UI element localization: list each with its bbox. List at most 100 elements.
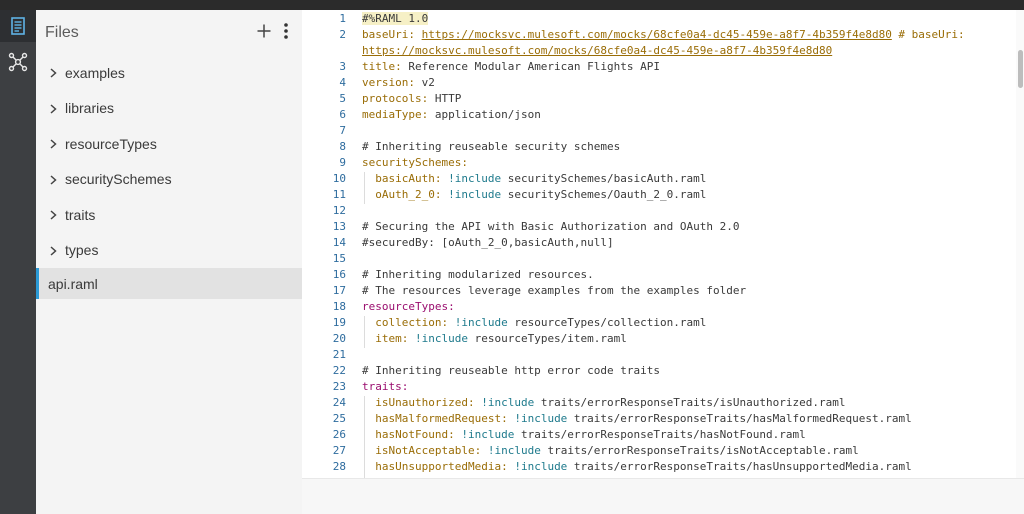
code-line[interactable]: securitySchemes: bbox=[362, 156, 468, 169]
file-label: api.raml bbox=[48, 275, 98, 292]
code-token: version: bbox=[362, 76, 422, 89]
line-number: 28 bbox=[332, 460, 346, 473]
code-token: # Securing the API with Basic Authorizat… bbox=[362, 220, 740, 233]
code-line[interactable]: traits: bbox=[362, 380, 408, 393]
code-line[interactable]: collection: !include resourceTypes/colle… bbox=[362, 316, 706, 329]
folder-label: securitySchemes bbox=[65, 171, 172, 188]
folder-item[interactable]: resourceTypes bbox=[36, 126, 302, 162]
code-token: securitySchemes: bbox=[362, 156, 468, 169]
code-token: #securedBy: [oAuth_2_0,basicAuth,null] bbox=[362, 236, 614, 249]
code-token: title: bbox=[362, 60, 409, 73]
folder-item[interactable]: traits bbox=[36, 197, 302, 233]
code-token: traits/errorResponseTraits/hasMalformedR… bbox=[567, 412, 912, 425]
line-number: 2 bbox=[339, 28, 346, 41]
line-number: 23 bbox=[332, 380, 346, 393]
code-line[interactable]: https://mocksvc.mulesoft.com/mocks/68cfe… bbox=[362, 44, 832, 57]
graph-icon[interactable] bbox=[0, 46, 36, 78]
code-line[interactable]: resourceTypes: bbox=[362, 300, 455, 313]
line-number: 3 bbox=[339, 60, 346, 73]
code-token: basicAuth: bbox=[362, 172, 449, 185]
code-line[interactable]: title: Reference Modular American Flight… bbox=[362, 60, 660, 73]
code-line[interactable]: protocols: HTTP bbox=[362, 92, 461, 105]
chevron-right-icon bbox=[47, 173, 59, 187]
chevron-right-icon bbox=[47, 208, 59, 222]
code-token: resourceTypes/item.raml bbox=[467, 332, 627, 345]
indent-guide bbox=[364, 396, 365, 478]
code-token: isNotAcceptable: bbox=[362, 444, 488, 457]
code-token: !include bbox=[448, 172, 502, 185]
code-token: protocols: bbox=[362, 92, 435, 105]
folder-label: resourceTypes bbox=[65, 135, 157, 152]
chevron-right-icon bbox=[47, 137, 59, 151]
line-number: 10 bbox=[332, 172, 346, 185]
line-number: 17 bbox=[332, 284, 346, 297]
line-number: 26 bbox=[332, 428, 346, 441]
code-token: !include bbox=[514, 460, 568, 473]
code-token: !include bbox=[514, 412, 568, 425]
line-number: 24 bbox=[332, 396, 346, 409]
code-token: # Inheriting reuseable http error code t… bbox=[362, 364, 661, 377]
code-line[interactable]: # Inheriting modularized resources. bbox=[362, 268, 594, 281]
code-line[interactable]: hasUnsupportedMedia: !include traits/err… bbox=[362, 460, 912, 473]
indent-guide bbox=[364, 172, 365, 204]
code-token: mediaType: bbox=[362, 108, 435, 121]
left-icon-rail bbox=[0, 10, 36, 514]
code-line[interactable]: oAuth_2_0: !include securitySchemes/Oaut… bbox=[362, 188, 706, 201]
line-number: 27 bbox=[332, 444, 346, 457]
code-line[interactable]: mediaType: application/json bbox=[362, 108, 541, 121]
code-line[interactable]: isUnauthorized: !include traits/errorRes… bbox=[362, 396, 845, 409]
code-line[interactable]: #securedBy: [oAuth_2_0,basicAuth,null] bbox=[362, 236, 614, 249]
indent-guide bbox=[364, 316, 365, 348]
line-number: 22 bbox=[332, 364, 346, 377]
code-token: HTTP bbox=[434, 92, 462, 105]
code-line[interactable]: # Securing the API with Basic Authorizat… bbox=[362, 220, 740, 233]
line-number: 7 bbox=[339, 124, 346, 137]
folder-label: examples bbox=[65, 64, 125, 81]
line-number: 15 bbox=[332, 252, 346, 265]
document-icon[interactable] bbox=[0, 10, 36, 42]
code-line[interactable]: # Inheriting reuseable security schemes bbox=[362, 140, 620, 153]
code-token: Reference Modular American Flights API bbox=[408, 60, 661, 73]
code-token: traits/errorResponseTraits/hasUnsupporte… bbox=[567, 460, 912, 473]
code-token: application/json bbox=[434, 108, 541, 121]
line-number: 6 bbox=[339, 108, 346, 121]
code-token: item: bbox=[362, 332, 415, 345]
file-item-selected[interactable]: api.raml bbox=[36, 268, 302, 299]
code-line[interactable]: hasNotFound: !include traits/errorRespon… bbox=[362, 428, 806, 441]
code-line[interactable]: baseUri: https://mocksvc.mulesoft.com/mo… bbox=[362, 28, 965, 41]
line-number: 19 bbox=[332, 316, 346, 329]
code-token: resourceTypes: bbox=[362, 300, 455, 313]
code-token: https://mocksvc.mulesoft.com/mocks/68cfe… bbox=[421, 28, 892, 41]
folder-item[interactable]: examples bbox=[36, 55, 302, 91]
vertical-dots-icon[interactable] bbox=[278, 18, 294, 44]
code-token: securitySchemes/Oauth_2_0.raml bbox=[501, 188, 707, 201]
code-token: traits/errorResponseTraits/isUnauthorize… bbox=[534, 396, 846, 409]
code-line[interactable]: basicAuth: !include securitySchemes/basi… bbox=[362, 172, 706, 185]
code-editor[interactable]: 1 #%RAML 1.0 2 baseUri: https://mocksvc.mul… bbox=[302, 10, 1016, 478]
line-number: 4 bbox=[339, 76, 346, 89]
plus-icon[interactable] bbox=[254, 18, 274, 44]
line-number: 14 bbox=[332, 236, 346, 249]
line-number: 16 bbox=[332, 268, 346, 281]
code-token: # baseUri: bbox=[891, 28, 965, 41]
folder-item[interactable]: libraries bbox=[36, 91, 302, 127]
code-token: https://mocksvc.mulesoft.com/mocks/68cfe… bbox=[362, 44, 833, 57]
code-line[interactable]: hasMalformedRequest: !include traits/err… bbox=[362, 412, 912, 425]
bottom-panel bbox=[302, 478, 1024, 514]
folder-item[interactable]: types bbox=[36, 233, 302, 269]
code-line[interactable]: version: v2 bbox=[362, 76, 435, 89]
code-line[interactable]: isNotAcceptable: !include traits/errorRe… bbox=[362, 444, 858, 457]
files-title: Files bbox=[45, 24, 79, 41]
code-line[interactable]: item: !include resourceTypes/item.raml bbox=[362, 332, 627, 345]
folder-item[interactable]: securitySchemes bbox=[36, 162, 302, 198]
code-token: !include bbox=[454, 316, 508, 329]
code-line[interactable]: # Inheriting reuseable http error code t… bbox=[362, 364, 660, 377]
editor-scrollbar-thumb[interactable] bbox=[1018, 50, 1023, 88]
code-token: # The resources leverage examples from t… bbox=[362, 284, 747, 297]
code-line[interactable]: # The resources leverage examples from t… bbox=[362, 284, 746, 297]
code-token: baseUri: bbox=[362, 28, 422, 41]
line-number: 20 bbox=[332, 332, 346, 345]
code-token: securitySchemes/basicAuth.raml bbox=[501, 172, 707, 185]
files-panel: Files examples libraries resourceTypes secu… bbox=[36, 10, 302, 514]
code-line[interactable]: #%RAML 1.0 bbox=[362, 12, 429, 25]
